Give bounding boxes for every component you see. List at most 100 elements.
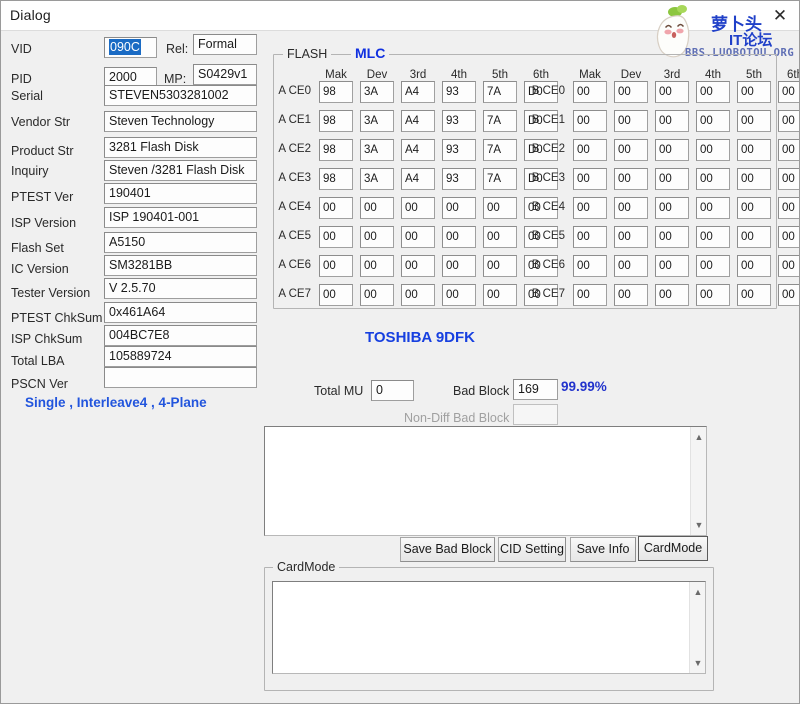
flash-id-cell[interactable]: 7A xyxy=(483,81,517,103)
flash-id-cell[interactable]: 00 xyxy=(655,168,689,190)
isp-chksum-input[interactable]: 004BC7E8 xyxy=(104,325,257,346)
log-textarea[interactable]: ▲ ▼ xyxy=(264,426,707,536)
flash-id-cell[interactable]: 00 xyxy=(442,197,476,219)
save-bad-block-button[interactable]: Save Bad Block xyxy=(400,537,495,562)
flash-id-cell[interactable]: 00 xyxy=(778,81,799,103)
scroll-down-icon[interactable]: ▼ xyxy=(691,517,707,533)
isp-version-input[interactable]: ISP 190401-001 xyxy=(104,207,257,228)
cardmode-textarea[interactable]: ▲ ▼ xyxy=(272,581,706,674)
non-diff-bad-block-input[interactable] xyxy=(513,404,558,425)
flash-id-cell[interactable]: 00 xyxy=(696,168,730,190)
flash-id-cell[interactable]: 00 xyxy=(655,139,689,161)
flash-id-cell[interactable]: 00 xyxy=(614,197,648,219)
scroll-up-icon[interactable]: ▲ xyxy=(690,584,706,600)
flash-id-cell[interactable]: 00 xyxy=(614,284,648,306)
total-lba-input[interactable]: 105889724 xyxy=(104,346,257,367)
flash-id-cell[interactable]: 7A xyxy=(483,168,517,190)
flash-id-cell[interactable]: 00 xyxy=(614,168,648,190)
cid-setting-button[interactable]: CID Setting xyxy=(498,537,566,562)
flash-id-cell[interactable]: 00 xyxy=(696,139,730,161)
flash-id-cell[interactable]: 00 xyxy=(696,226,730,248)
flash-id-cell[interactable]: 00 xyxy=(737,197,771,219)
flash-id-cell[interactable]: 3A xyxy=(360,81,394,103)
flash-id-cell[interactable]: 00 xyxy=(319,255,353,277)
flash-id-cell[interactable]: 00 xyxy=(360,284,394,306)
flash-id-cell[interactable]: A4 xyxy=(401,139,435,161)
flash-id-cell[interactable]: 00 xyxy=(737,139,771,161)
flash-id-cell[interactable]: 00 xyxy=(778,110,799,132)
flash-id-cell[interactable]: 00 xyxy=(655,81,689,103)
serial-input[interactable]: STEVEN5303281002 xyxy=(104,85,257,106)
flash-id-cell[interactable]: 00 xyxy=(655,255,689,277)
flash-id-cell[interactable]: 7A xyxy=(483,139,517,161)
flash-id-cell[interactable]: 00 xyxy=(696,110,730,132)
flash-id-cell[interactable]: 00 xyxy=(319,284,353,306)
flash-id-cell[interactable]: A4 xyxy=(401,168,435,190)
flash-id-cell[interactable]: 00 xyxy=(442,284,476,306)
flash-id-cell[interactable]: 00 xyxy=(778,197,799,219)
inquiry-input[interactable]: Steven /3281 Flash Disk xyxy=(104,160,257,181)
flash-id-cell[interactable]: 00 xyxy=(319,226,353,248)
flash-id-cell[interactable]: A4 xyxy=(401,81,435,103)
flash-id-cell[interactable]: 98 xyxy=(319,81,353,103)
flash-id-cell[interactable]: 00 xyxy=(614,139,648,161)
flash-id-cell[interactable]: 00 xyxy=(655,197,689,219)
scroll-down-icon[interactable]: ▼ xyxy=(690,655,706,671)
flash-id-cell[interactable]: 00 xyxy=(696,284,730,306)
bad-block-input[interactable]: 169 xyxy=(513,379,558,400)
flash-id-cell[interactable]: 00 xyxy=(360,255,394,277)
flash-id-cell[interactable]: 00 xyxy=(614,255,648,277)
flash-id-cell[interactable]: 00 xyxy=(573,284,607,306)
ptest-ver-input[interactable]: 190401 xyxy=(104,183,257,204)
vid-input[interactable]: 090C xyxy=(104,37,157,58)
flash-id-cell[interactable]: 00 xyxy=(696,255,730,277)
tester-version-input[interactable]: V 2.5.70 xyxy=(104,278,257,299)
log-scrollbar[interactable]: ▲ ▼ xyxy=(690,427,706,535)
flash-id-cell[interactable]: 00 xyxy=(696,81,730,103)
total-mu-input[interactable]: 0 xyxy=(371,380,414,401)
close-icon[interactable]: ✕ xyxy=(769,5,791,27)
flash-id-cell[interactable]: 00 xyxy=(442,255,476,277)
flash-id-cell[interactable]: A4 xyxy=(401,110,435,132)
flash-id-cell[interactable]: 00 xyxy=(442,226,476,248)
ic-version-input[interactable]: SM3281BB xyxy=(104,255,257,276)
flash-id-cell[interactable]: 00 xyxy=(573,197,607,219)
flash-id-cell[interactable]: 7A xyxy=(483,110,517,132)
cardmode-scrollbar[interactable]: ▲ ▼ xyxy=(689,582,705,673)
flash-id-cell[interactable]: 00 xyxy=(614,81,648,103)
flash-id-cell[interactable]: 00 xyxy=(401,197,435,219)
rel-input[interactable]: Formal xyxy=(193,34,257,55)
flash-id-cell[interactable]: 93 xyxy=(442,110,476,132)
flash-id-cell[interactable]: 3A xyxy=(360,168,394,190)
flash-id-cell[interactable]: 00 xyxy=(737,168,771,190)
flash-id-cell[interactable]: 00 xyxy=(655,226,689,248)
flash-id-cell[interactable]: 98 xyxy=(319,139,353,161)
flash-id-cell[interactable]: 00 xyxy=(483,255,517,277)
pscn-ver-input[interactable] xyxy=(104,367,257,388)
flash-id-cell[interactable]: 00 xyxy=(360,197,394,219)
flash-id-cell[interactable]: 00 xyxy=(614,110,648,132)
flash-id-cell[interactable]: 00 xyxy=(737,110,771,132)
flash-id-cell[interactable]: 00 xyxy=(655,110,689,132)
flash-id-cell[interactable]: 00 xyxy=(737,226,771,248)
flash-id-cell[interactable]: 00 xyxy=(573,226,607,248)
flash-id-cell[interactable]: 00 xyxy=(573,110,607,132)
save-info-button[interactable]: Save Info xyxy=(570,537,636,562)
flash-id-cell[interactable]: 00 xyxy=(614,226,648,248)
ptest-chksum-input[interactable]: 0x461A64 xyxy=(104,302,257,323)
flash-id-cell[interactable]: 00 xyxy=(737,255,771,277)
flash-id-cell[interactable]: 00 xyxy=(573,81,607,103)
flash-id-cell[interactable]: 3A xyxy=(360,139,394,161)
flash-id-cell[interactable]: 00 xyxy=(737,284,771,306)
flash-id-cell[interactable]: 93 xyxy=(442,81,476,103)
flash-id-cell[interactable]: 00 xyxy=(778,226,799,248)
flash-id-cell[interactable]: 00 xyxy=(483,284,517,306)
flash-id-cell[interactable]: 00 xyxy=(778,139,799,161)
flash-id-cell[interactable]: 98 xyxy=(319,110,353,132)
flash-id-cell[interactable]: 93 xyxy=(442,168,476,190)
flash-id-cell[interactable]: 00 xyxy=(655,284,689,306)
flash-id-cell[interactable]: 00 xyxy=(483,197,517,219)
flash-id-cell[interactable]: 00 xyxy=(319,197,353,219)
flash-id-cell[interactable]: 98 xyxy=(319,168,353,190)
flash-id-cell[interactable]: 00 xyxy=(696,197,730,219)
